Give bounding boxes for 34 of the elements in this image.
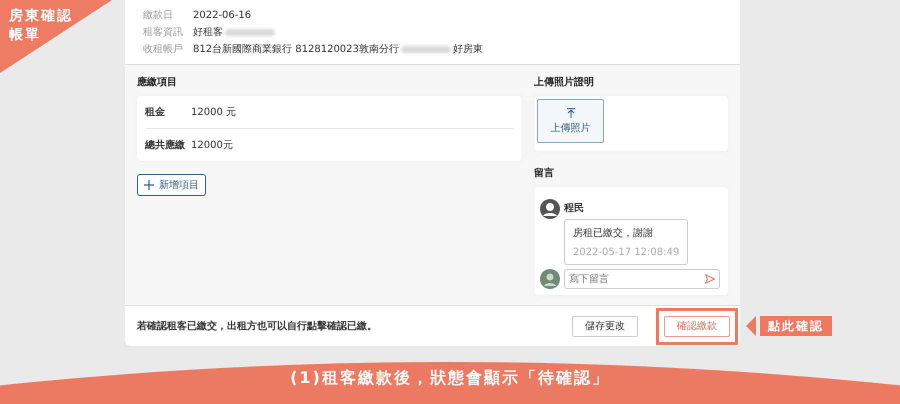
- banner-caption: (1)租客繳款後，狀態會顯示「待確認」: [289, 368, 611, 389]
- field-value: 812台新國際商業銀行 8128120023敦南分行: [193, 42, 399, 56]
- add-item-button[interactable]: 新增項目: [137, 174, 206, 196]
- avatar-icon: [540, 269, 560, 289]
- field-value: 好房東: [452, 42, 483, 56]
- field-label: 租客資訊: [143, 26, 184, 39]
- upload-icon: [566, 108, 574, 118]
- save-changes-button[interactable]: 儲存更改: [572, 316, 638, 336]
- callout-label: 點此確認: [760, 316, 832, 336]
- item-label: 租金: [145, 106, 166, 119]
- field-value: 好租客: [193, 26, 223, 39]
- item-amount: 12000 元: [191, 106, 236, 119]
- corner-label: 帳單: [9, 26, 42, 45]
- comment-time: 2022-05-17 12:08:49: [573, 247, 680, 258]
- field-value: 2022-06-16: [193, 10, 252, 20]
- comment-author: 程民: [564, 202, 585, 215]
- redacted-block: [400, 46, 451, 52]
- field-label: 繳款日: [143, 9, 174, 22]
- section-title: 應繳項目: [137, 75, 178, 89]
- pointer-arrow-icon: [746, 316, 756, 336]
- comment-text: 房租已繳交，謝謝: [573, 226, 654, 240]
- field-label: 收租帳戶: [143, 42, 184, 56]
- plus-icon: [144, 180, 154, 190]
- confirm-note: 若確認租客已繳交，出租方也可以自行點擊確認已繳。: [137, 319, 378, 333]
- section-title: 留言: [534, 166, 555, 180]
- corner-label: 房東確認: [9, 7, 73, 26]
- item-label: 總共應繳: [145, 138, 185, 152]
- comment-input-field[interactable]: 寫下留言: [564, 269, 720, 289]
- avatar-icon: [540, 199, 560, 219]
- upload-photo-button[interactable]: 上傳照片: [537, 99, 604, 143]
- section-title: 上傳照片證明: [534, 76, 595, 89]
- redacted-block: [225, 28, 275, 36]
- send-icon[interactable]: [705, 274, 715, 284]
- item-amount: 12000元: [191, 139, 233, 152]
